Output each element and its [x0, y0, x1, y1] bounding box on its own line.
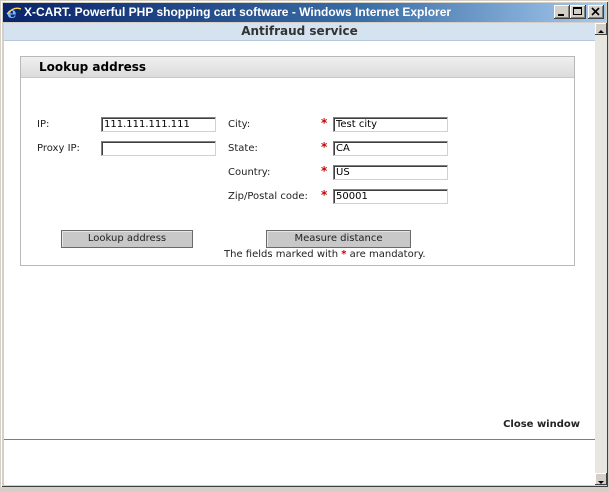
- mandatory-note-suffix: are mandatory.: [346, 249, 426, 260]
- lookup-address-button[interactable]: Lookup address: [61, 230, 193, 248]
- mandatory-note: The fields marked with * are mandatory.: [224, 249, 426, 260]
- state-label: State:: [228, 143, 258, 154]
- country-required-mark: *: [321, 164, 328, 178]
- lookup-address-panel: Lookup address IP: 111.111.111.111 Proxy…: [20, 56, 575, 266]
- country-label: Country:: [228, 167, 271, 178]
- internet-explorer-icon: e: [6, 4, 22, 20]
- arrow-down-icon: [598, 481, 604, 484]
- minimize-button[interactable]: [554, 5, 570, 19]
- close-button[interactable]: [588, 5, 604, 19]
- proxy-ip-label: Proxy IP:: [37, 143, 80, 154]
- city-input[interactable]: Test city: [333, 117, 448, 132]
- ip-label: IP:: [37, 119, 50, 130]
- zip-required-mark: *: [321, 188, 328, 202]
- footer-divider: [4, 439, 595, 440]
- panel-header: Lookup address: [21, 57, 574, 78]
- country-input[interactable]: US: [333, 165, 448, 180]
- state-input[interactable]: CA: [333, 141, 448, 156]
- scroll-up-button[interactable]: [595, 23, 607, 35]
- window-title: X-CART. Powerful PHP shopping cart softw…: [24, 5, 452, 19]
- panel-title: Lookup address: [39, 60, 147, 74]
- page-content: Antifraud service Lookup address IP: 111…: [4, 23, 595, 485]
- page-header: Antifraud service: [4, 23, 595, 41]
- close-window-link[interactable]: Close window: [503, 419, 580, 430]
- maximize-button[interactable]: [570, 5, 586, 19]
- state-required-mark: *: [321, 140, 328, 154]
- close-icon: [591, 7, 600, 16]
- minimize-icon: [558, 14, 564, 16]
- vertical-scrollbar[interactable]: [595, 23, 607, 485]
- browser-window: e X-CART. Powerful PHP shopping cart sof…: [0, 0, 609, 488]
- proxy-ip-input[interactable]: [101, 141, 216, 156]
- measure-distance-button[interactable]: Measure distance: [266, 230, 411, 248]
- arrow-up-icon: [598, 30, 604, 33]
- ip-input[interactable]: 111.111.111.111: [101, 117, 216, 132]
- zip-label: Zip/Postal code:: [228, 191, 308, 202]
- title-bar[interactable]: e X-CART. Powerful PHP shopping cart sof…: [3, 3, 606, 22]
- city-required-mark: *: [321, 116, 328, 130]
- city-label: City:: [228, 119, 251, 130]
- scroll-down-button[interactable]: [595, 473, 607, 485]
- mandatory-note-prefix: The fields marked with: [224, 249, 342, 260]
- maximize-icon: [573, 7, 582, 15]
- zip-input[interactable]: 50001: [333, 189, 448, 204]
